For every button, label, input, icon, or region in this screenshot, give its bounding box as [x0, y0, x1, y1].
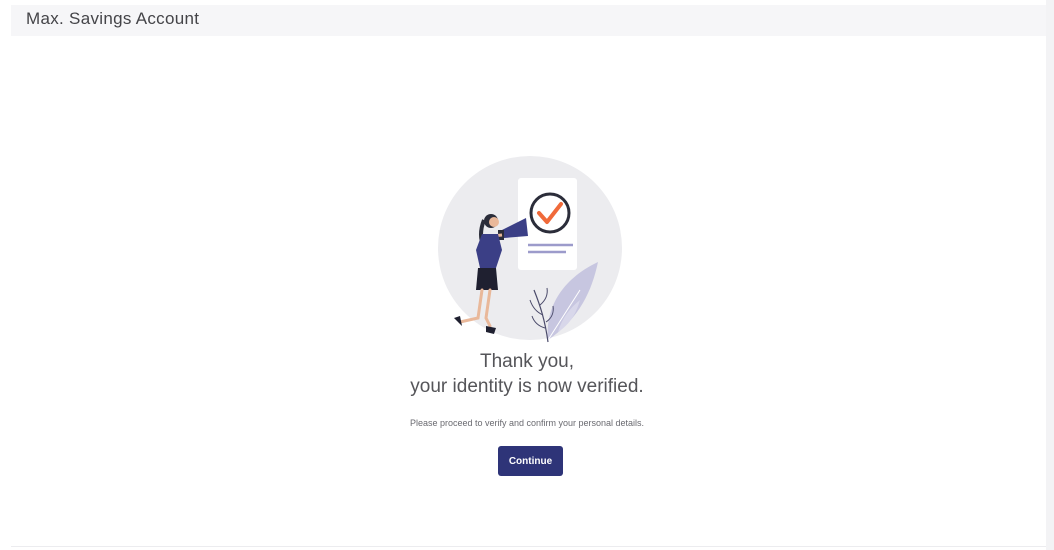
scrollbar-track[interactable] — [1046, 0, 1054, 550]
continue-button[interactable]: Continue — [498, 446, 563, 476]
proceed-instruction-text: Please proceed to verify and confirm you… — [409, 418, 645, 428]
check-circle-icon — [529, 192, 571, 234]
page-title: Max. Savings Account — [26, 9, 200, 28]
footer-divider — [11, 546, 1046, 547]
identity-verified-heading: your identity is now verified. — [410, 376, 644, 397]
page-header: Max. Savings Account — [11, 5, 1046, 36]
identity-verified-illustration — [438, 156, 622, 343]
page: Max. Savings Account Thank you, your ide… — [0, 0, 1054, 550]
thank-you-heading: Thank you, — [480, 351, 574, 372]
